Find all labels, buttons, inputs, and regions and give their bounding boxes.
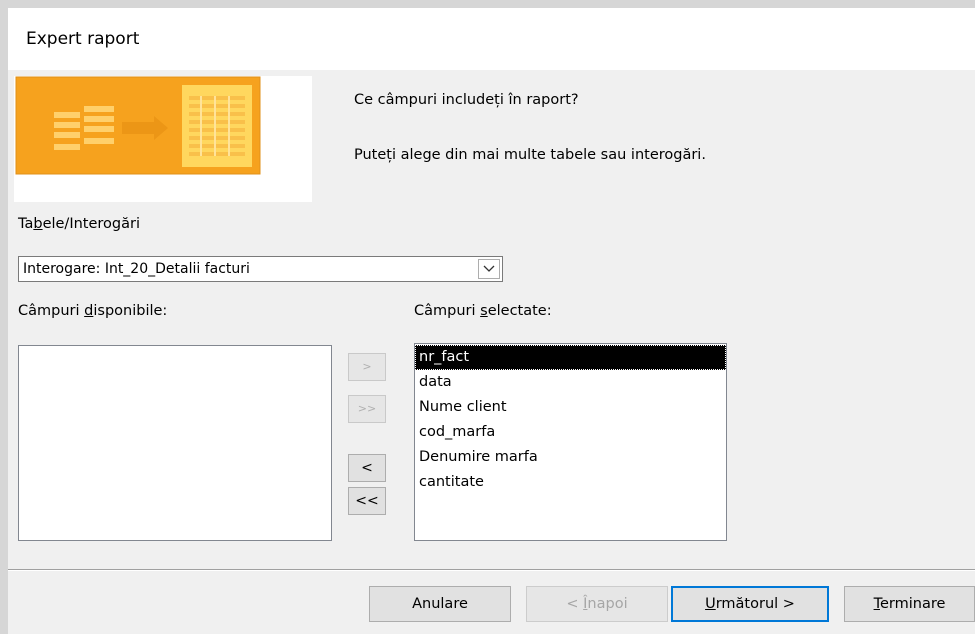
list-item[interactable]: cantitate	[415, 470, 726, 495]
cancel-button[interactable]: Anulare	[369, 586, 511, 622]
add-all-fields-button[interactable]: >>	[348, 395, 386, 423]
combobox-dropdown-button[interactable]	[478, 259, 500, 279]
wizard-hint: Puteți alege din mai multe tabele sau in…	[354, 147, 706, 163]
combobox-value: Interogare: Int_20_Detalii facturi	[23, 261, 250, 277]
next-button[interactable]: Următorul >	[671, 586, 829, 622]
list-item[interactable]: Nume client	[415, 395, 726, 420]
report-wizard-icon	[15, 76, 261, 175]
finish-button[interactable]: Terminare	[844, 586, 975, 622]
wizard-question: Ce câmpuri includeți în raport?	[354, 92, 579, 108]
available-fields-label: Câmpuri disponibile:	[18, 303, 168, 319]
list-item[interactable]: data	[415, 370, 726, 395]
footer-divider	[8, 569, 975, 571]
wizard-body: Ce câmpuri includeți în raport? Puteți a…	[8, 70, 975, 634]
list-item[interactable]: Denumire marfa	[415, 445, 726, 470]
window-title: Expert raport	[26, 29, 140, 49]
chevron-down-icon	[483, 265, 495, 272]
list-item[interactable]: cod_marfa	[415, 420, 726, 445]
available-fields-list[interactable]	[18, 345, 332, 541]
title-bar[interactable]: Expert raport	[8, 8, 975, 70]
add-one-field-button[interactable]: >	[348, 353, 386, 381]
remove-all-fields-button[interactable]: <<	[348, 487, 386, 515]
selected-fields-list[interactable]: nr_fact data Nume client cod_marfa Denum…	[414, 343, 727, 541]
tables-queries-combobox[interactable]: Interogare: Int_20_Detalii facturi	[18, 256, 503, 282]
list-item[interactable]: nr_fact	[415, 345, 726, 370]
tables-queries-label: Tabele/Interogări	[18, 216, 140, 232]
wizard-illustration	[14, 76, 312, 202]
remove-one-field-button[interactable]: <	[348, 454, 386, 482]
back-button[interactable]: < Înapoi	[526, 586, 668, 622]
selected-fields-label: Câmpuri selectate:	[414, 303, 552, 319]
